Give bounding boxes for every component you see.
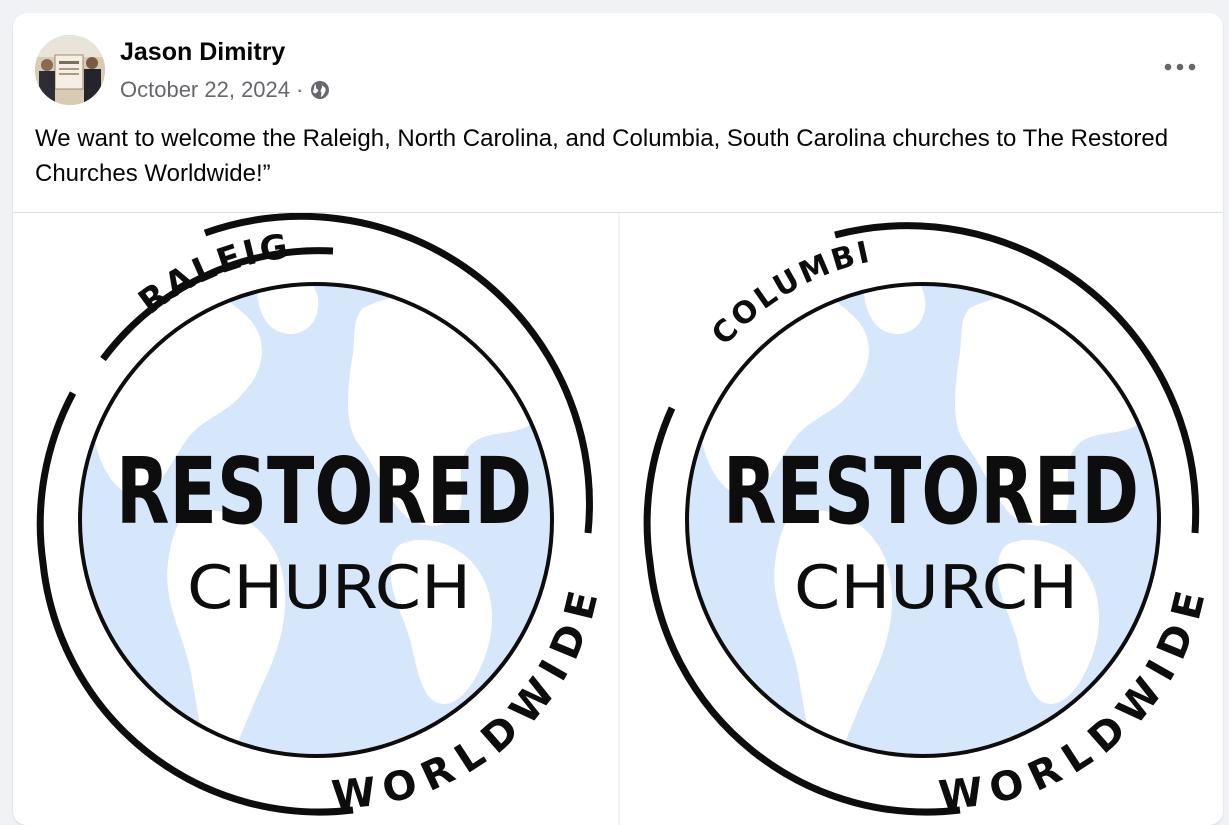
photo-raleigh-logo[interactable]: RALEIGH RESTORED CHURCH WORLDWIDE: [13, 213, 618, 825]
avatar-image: [35, 35, 105, 105]
meta-separator: ·: [296, 77, 304, 102]
logo-subtitle: CHURCH: [794, 553, 1078, 623]
photo-grid: RALEIGH RESTORED CHURCH WORLDWIDE: [13, 212, 1223, 825]
photo-columbia-logo[interactable]: COLUMBIA RESTORED CHURCH WORLDWIDE: [620, 213, 1223, 825]
restored-church-logo-raleigh: RALEIGH RESTORED CHURCH WORLDWIDE: [13, 213, 600, 819]
post-date[interactable]: October 22, 2024: [120, 77, 290, 103]
globe-icon: [309, 79, 331, 101]
restored-church-logo-columbia: COLUMBIA RESTORED CHURCH WORLDWIDE: [620, 213, 1207, 819]
more-options-button[interactable]: [1157, 47, 1203, 87]
logo-title: RESTORED: [723, 438, 1139, 545]
post-meta: October 22, 2024 ·: [120, 77, 331, 103]
post-card: Jason Dimitry October 22, 2024 · We want…: [13, 13, 1223, 825]
post-text: We want to welcome the Raleigh, North Ca…: [35, 125, 1169, 187]
post-author[interactable]: Jason Dimitry: [120, 38, 285, 67]
avatar[interactable]: [35, 35, 105, 105]
post-header: Jason Dimitry October 22, 2024 ·: [13, 13, 1223, 121]
logo-title: RESTORED: [116, 438, 532, 545]
more-options-icon: [1164, 63, 1196, 71]
logo-subtitle: CHURCH: [187, 553, 471, 623]
